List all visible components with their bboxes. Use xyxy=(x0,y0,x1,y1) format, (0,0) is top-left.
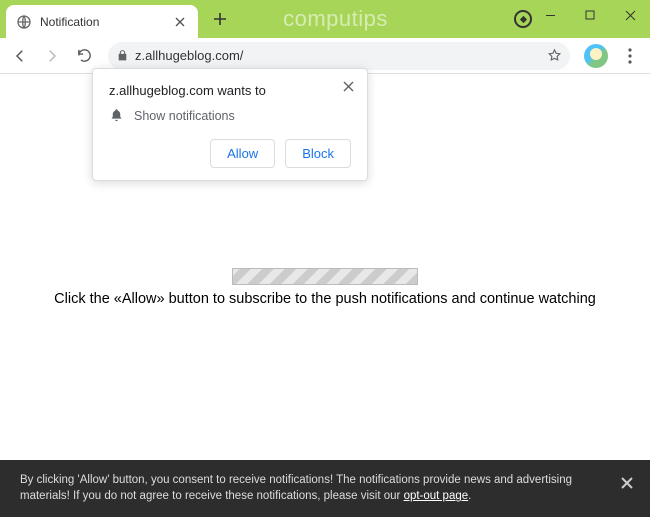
prompt-permission-row: Show notifications xyxy=(109,108,351,123)
browser-tab[interactable]: Notification xyxy=(6,5,198,38)
prompt-close-button[interactable] xyxy=(337,75,359,97)
tab-title: Notification xyxy=(40,15,172,29)
reload-button[interactable] xyxy=(70,42,98,70)
window-controls xyxy=(530,0,650,30)
bookmark-star-icon[interactable] xyxy=(547,48,562,63)
address-bar[interactable]: z.allhugeblog.com/ xyxy=(108,42,570,70)
watermark-text: computips xyxy=(283,6,388,32)
back-button[interactable] xyxy=(6,42,34,70)
globe-icon xyxy=(16,14,32,30)
banner-text-2a: you do not agree to receive these notifi… xyxy=(83,490,404,502)
prompt-permission-label: Show notifications xyxy=(134,109,235,123)
consent-banner: By clicking 'Allow' button, you consent … xyxy=(0,460,650,517)
lock-icon xyxy=(116,49,129,62)
forward-button[interactable] xyxy=(38,42,66,70)
minimize-button[interactable] xyxy=(530,0,570,30)
window-titlebar: Notification computips xyxy=(0,0,650,38)
profile-avatar[interactable] xyxy=(584,44,608,68)
banner-text-2b: . xyxy=(468,490,471,502)
opt-out-link[interactable]: opt-out page xyxy=(404,490,469,502)
notification-permission-prompt: z.allhugeblog.com wants to Show notifica… xyxy=(92,68,368,181)
new-tab-button[interactable] xyxy=(206,5,234,33)
prompt-title: z.allhugeblog.com wants to xyxy=(109,83,351,98)
block-button[interactable]: Block xyxy=(285,139,351,168)
maximize-button[interactable] xyxy=(570,0,610,30)
allow-button[interactable]: Allow xyxy=(210,139,275,168)
bell-icon xyxy=(109,108,124,123)
browser-menu-button[interactable] xyxy=(616,42,644,70)
instruction-text: Click the «Allow» button to subscribe to… xyxy=(0,291,650,307)
close-window-button[interactable] xyxy=(610,0,650,30)
banner-close-button[interactable] xyxy=(618,474,636,492)
tab-close-button[interactable] xyxy=(172,14,188,30)
loading-bar xyxy=(232,268,418,285)
url-text: z.allhugeblog.com/ xyxy=(135,48,541,63)
